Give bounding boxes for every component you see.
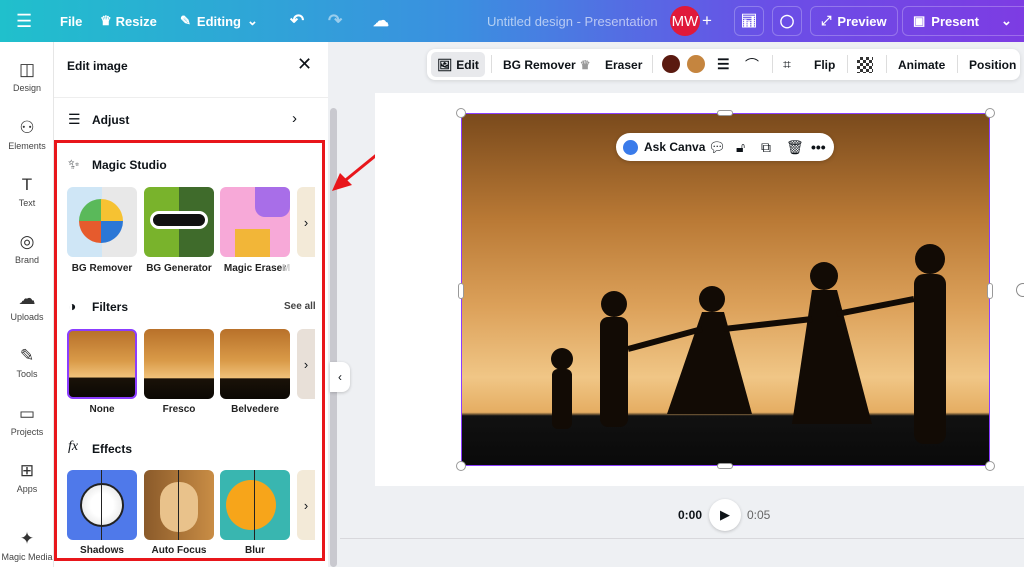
resize-handle[interactable] — [717, 110, 733, 116]
left-rail: ◫ Design ⚇ Elements T Text ◎ Brand ☁ Uploads … — [0, 42, 54, 567]
selected-image[interactable] — [461, 113, 990, 466]
magic-media-icon: ✦ — [19, 529, 35, 548]
file-menu[interactable]: File — [60, 0, 82, 42]
rail-uploads[interactable]: ☁ Uploads — [0, 289, 54, 322]
duplicate-icon[interactable]: ⧉ — [761, 133, 771, 161]
comment-icon: ◯ — [779, 13, 795, 28]
hamburger-icon[interactable]: ☰ — [16, 0, 32, 42]
corner-rounding-icon[interactable]: ⌒ — [745, 49, 759, 80]
insights-button[interactable]: 📊︎ — [734, 6, 764, 36]
projects-icon: ▭ — [18, 404, 36, 423]
resize-handle[interactable] — [458, 283, 464, 299]
present-button[interactable]: ▣ Present ⌄ — [902, 6, 1024, 36]
canva-assistant-icon — [623, 139, 638, 155]
redo-icon[interactable]: ↷ — [328, 0, 342, 42]
divider — [957, 55, 958, 73]
play-button[interactable]: ▶ — [709, 499, 741, 531]
divider — [847, 55, 848, 73]
current-time: 0:00 — [678, 508, 703, 522]
apps-icon: ⊞ — [19, 461, 35, 480]
bg-remover-button[interactable]: BG Remover ♛ — [503, 49, 590, 80]
rail-tools[interactable]: ✎ Tools — [0, 346, 54, 379]
image-edit-icon: 🖼︎ — [437, 57, 453, 72]
flip-button[interactable]: Flip — [814, 49, 835, 80]
animate-button[interactable]: Animate — [898, 49, 945, 80]
eraser-button[interactable]: Eraser — [605, 49, 642, 80]
design-icon: ◫ — [18, 60, 36, 79]
rail-projects[interactable]: ▭ Projects — [0, 404, 54, 437]
rail-text[interactable]: T Text — [0, 175, 54, 208]
timeline-divider — [340, 538, 1024, 539]
text-icon: T — [21, 175, 33, 194]
floating-actions: Ask Canva 💬︎ 🔓︎ ⧉ 🗑︎ ••• — [616, 133, 834, 161]
elements-icon: ⚇ — [19, 118, 35, 137]
add-people-icon[interactable]: + — [702, 0, 712, 42]
chevron-right-icon: › — [292, 110, 297, 127]
crop-icon[interactable]: ⌗ — [783, 49, 791, 80]
total-time: 0:05 — [747, 508, 771, 522]
border-style-icon[interactable]: ☰ — [717, 49, 730, 80]
rail-magic-media[interactable]: ✦ Magic Media — [0, 529, 54, 562]
sliders-icon: ☰ — [68, 111, 81, 127]
collapse-panel-button[interactable]: ‹ — [330, 362, 350, 392]
edit-button[interactable]: 🖼︎ Edit — [431, 52, 485, 77]
more-options-icon[interactable]: ••• — [811, 133, 826, 161]
expand-icon: ⤢ — [821, 13, 832, 28]
context-toolbar: 🖼︎ Edit BG Remover ♛ Eraser ☰ ⌒ ⌗ Flip Ani… — [427, 49, 1020, 80]
brand-icon: ◎ — [19, 232, 35, 251]
comment-button[interactable]: ◯ — [772, 6, 802, 36]
resize-button[interactable]: ♛ Resize — [100, 0, 157, 42]
cloud-saved-icon[interactable]: ☁ — [373, 0, 389, 42]
chevron-left-icon: ‹ — [338, 370, 342, 384]
design-title[interactable]: Untitled design - Presentation — [487, 0, 658, 42]
rail-elements[interactable]: ⚇ Elements — [0, 118, 54, 151]
resize-handle[interactable] — [985, 108, 995, 118]
adjust-row[interactable]: ☰ Adjust › — [64, 108, 318, 132]
chevron-down-icon: ⌄ — [246, 13, 258, 28]
close-icon[interactable]: ✕ — [297, 54, 312, 75]
crown-icon: ♛ — [579, 57, 591, 72]
uploads-icon: ☁ — [18, 289, 36, 308]
resize-handle[interactable] — [985, 461, 995, 471]
trash-icon[interactable]: 🗑︎ — [786, 133, 804, 161]
rail-brand[interactable]: ◎ Brand — [0, 232, 54, 265]
chevron-down-icon[interactable]: ⌄ — [1001, 13, 1012, 29]
transparency-icon[interactable] — [857, 57, 873, 73]
resize-handle[interactable] — [987, 283, 993, 299]
top-bar: ☰ File ♛ Resize ✎ Editing ⌄ ↶ ↷ ☁ Untitled … — [0, 0, 1024, 42]
rotate-handle[interactable] — [1016, 283, 1024, 297]
divider — [54, 97, 328, 98]
rail-apps[interactable]: ⊞ Apps — [0, 461, 54, 494]
tools-icon: ✎ — [19, 346, 35, 365]
ask-canva-button[interactable]: Ask Canva — [623, 133, 705, 161]
editing-dropdown[interactable]: ✎ Editing ⌄ — [180, 0, 258, 42]
unlock-icon[interactable]: 🔓︎ — [736, 133, 745, 161]
resize-handle[interactable] — [456, 108, 466, 118]
color-swatch-2[interactable] — [687, 55, 705, 73]
resize-handle[interactable] — [456, 461, 466, 471]
panel-title: Edit image — [67, 59, 128, 73]
preview-button[interactable]: ⤢ Preview — [810, 6, 898, 36]
highlight-box — [54, 140, 325, 561]
play-icon: ▶ — [720, 507, 730, 522]
position-button[interactable]: Position — [969, 49, 1016, 80]
pencil-icon: ✎ — [180, 13, 191, 28]
avatar[interactable]: MW — [670, 6, 700, 36]
divider — [772, 55, 773, 73]
color-swatch-1[interactable] — [662, 55, 680, 73]
divider — [652, 55, 653, 73]
rail-design[interactable]: ◫ Design — [0, 60, 54, 93]
present-icon: ▣ — [913, 13, 926, 28]
undo-icon[interactable]: ↶ — [290, 0, 304, 42]
crown-icon: ♛ — [100, 13, 112, 28]
add-comment-icon[interactable]: 💬︎ — [708, 133, 726, 161]
bar-chart-icon: 📊︎ — [740, 13, 758, 28]
divider — [491, 55, 492, 73]
family-silhouette — [551, 244, 946, 444]
divider — [886, 55, 887, 73]
resize-handle[interactable] — [717, 463, 733, 469]
